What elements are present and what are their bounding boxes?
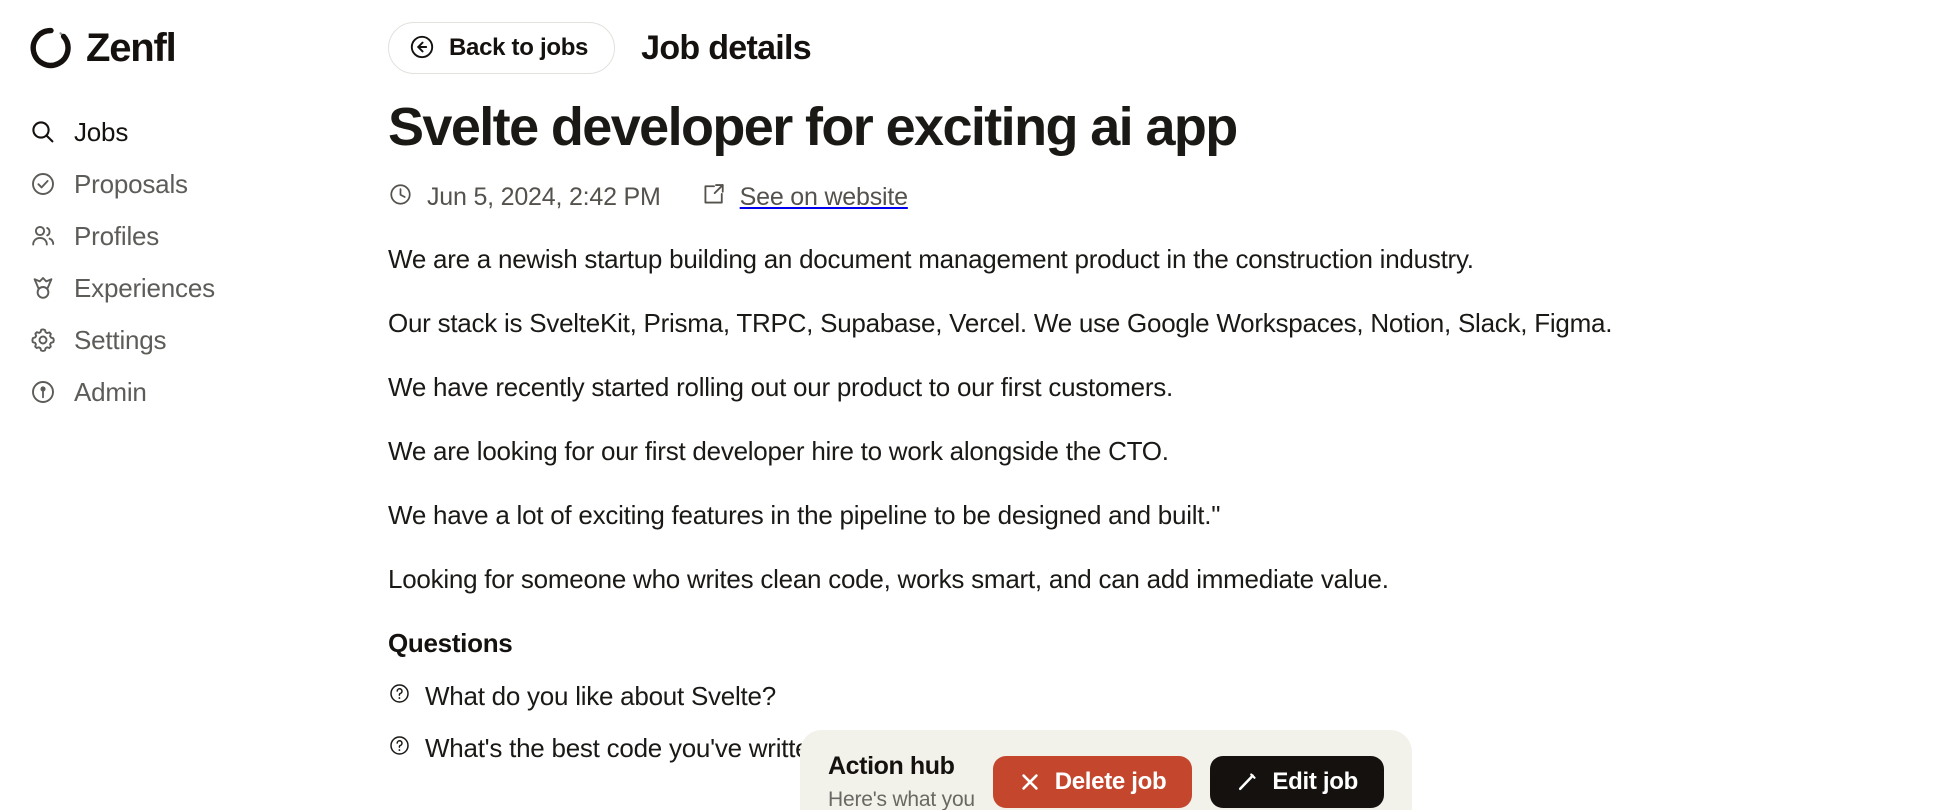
job-description: We are a newish startup building an docu…	[388, 246, 1956, 592]
sidebar-nav: Jobs Proposals Profiles Experiences Sett…	[0, 106, 340, 418]
see-on-website-label: See on website	[739, 182, 908, 211]
gear-icon	[30, 327, 56, 353]
job-description-paragraph: Our stack is SvelteKit, Prisma, TRPC, Su…	[388, 308, 1613, 339]
delete-job-button[interactable]: Delete job	[992, 756, 1193, 808]
sidebar-item-proposals[interactable]: Proposals	[0, 158, 340, 210]
delete-job-label: Delete job	[1054, 768, 1167, 795]
sidebar-item-settings[interactable]: Settings	[0, 314, 340, 366]
sidebar-item-jobs[interactable]: Jobs	[0, 106, 340, 158]
search-icon	[30, 119, 56, 145]
sidebar-item-label: Experiences	[74, 273, 215, 303]
brand-logo[interactable]: Zenfl	[0, 0, 340, 70]
question-circle-icon	[388, 734, 411, 762]
action-hub-title: Action hub	[828, 752, 955, 780]
page-title: Job details	[641, 29, 812, 67]
medal-icon	[30, 275, 56, 301]
question-text: What do you like about Svelte?	[425, 681, 776, 712]
question-circle-icon	[388, 682, 411, 710]
job-description-paragraph: We are looking for our first developer h…	[388, 436, 1169, 467]
pencil-icon	[1236, 771, 1258, 793]
sidebar-item-label: Proposals	[74, 169, 188, 199]
edit-job-button[interactable]: Edit job	[1210, 756, 1384, 808]
clock-icon	[388, 182, 413, 212]
job-posted-at: Jun 5, 2024, 2:42 PM	[388, 182, 661, 212]
main-content: Back to jobs Job details Svelte develope…	[340, 0, 1956, 810]
key-circle-icon	[30, 379, 56, 405]
edit-job-label: Edit job	[1272, 768, 1358, 795]
action-hub-text: Action hub Here's what you can do with t…	[828, 754, 993, 810]
see-on-website-link[interactable]: See on website	[701, 182, 908, 212]
sidebar-item-label: Jobs	[74, 117, 129, 147]
sidebar-item-label: Profiles	[74, 221, 160, 251]
topbar: Back to jobs Job details	[364, 0, 1956, 74]
job-description-paragraph: We are a newish startup building an docu…	[388, 244, 1474, 275]
brand-name: Zenfl	[86, 26, 177, 70]
job-title: Svelte developer for exciting ai app	[388, 97, 1238, 157]
sidebar-item-profiles[interactable]: Profiles	[0, 210, 340, 262]
question-item: What do you like about Svelte?	[388, 682, 1956, 710]
users-icon	[30, 223, 56, 249]
job-description-paragraph: Looking for someone who writes clean cod…	[388, 564, 1389, 595]
sidebar: Zenfl Jobs Proposals Profiles Experience…	[0, 0, 340, 810]
back-to-jobs-label: Back to jobs	[449, 34, 589, 61]
job-details-content: Svelte developer for exciting ai app Jun…	[364, 74, 1956, 762]
action-hub-panel: Action hub Here's what you can do with t…	[800, 730, 1412, 810]
action-hub-subtitle: Here's what you can do with this job.	[828, 788, 975, 810]
job-meta-row: Jun 5, 2024, 2:42 PM See on website	[388, 182, 1956, 212]
job-posted-at-text: Jun 5, 2024, 2:42 PM	[427, 182, 661, 211]
arrow-left-circle-icon	[409, 34, 435, 63]
job-description-paragraph: We have recently started rolling out our…	[388, 372, 1173, 403]
external-link-icon	[701, 182, 726, 212]
sidebar-item-label: Settings	[74, 325, 167, 355]
back-to-jobs-button[interactable]: Back to jobs	[388, 22, 616, 74]
check-circle-icon	[30, 171, 56, 197]
questions-heading: Questions	[388, 628, 513, 659]
sidebar-item-experiences[interactable]: Experiences	[0, 262, 340, 314]
close-x-icon	[1019, 771, 1041, 793]
job-description-paragraph: We have a lot of exciting features in th…	[388, 500, 1221, 531]
zen-circle-icon	[30, 27, 72, 69]
action-hub-buttons: Delete job Edit job	[992, 754, 1384, 808]
app-root: Zenfl Jobs Proposals Profiles Experience…	[0, 0, 1956, 810]
sidebar-item-label: Admin	[74, 377, 147, 407]
sidebar-item-admin[interactable]: Admin	[0, 366, 340, 418]
